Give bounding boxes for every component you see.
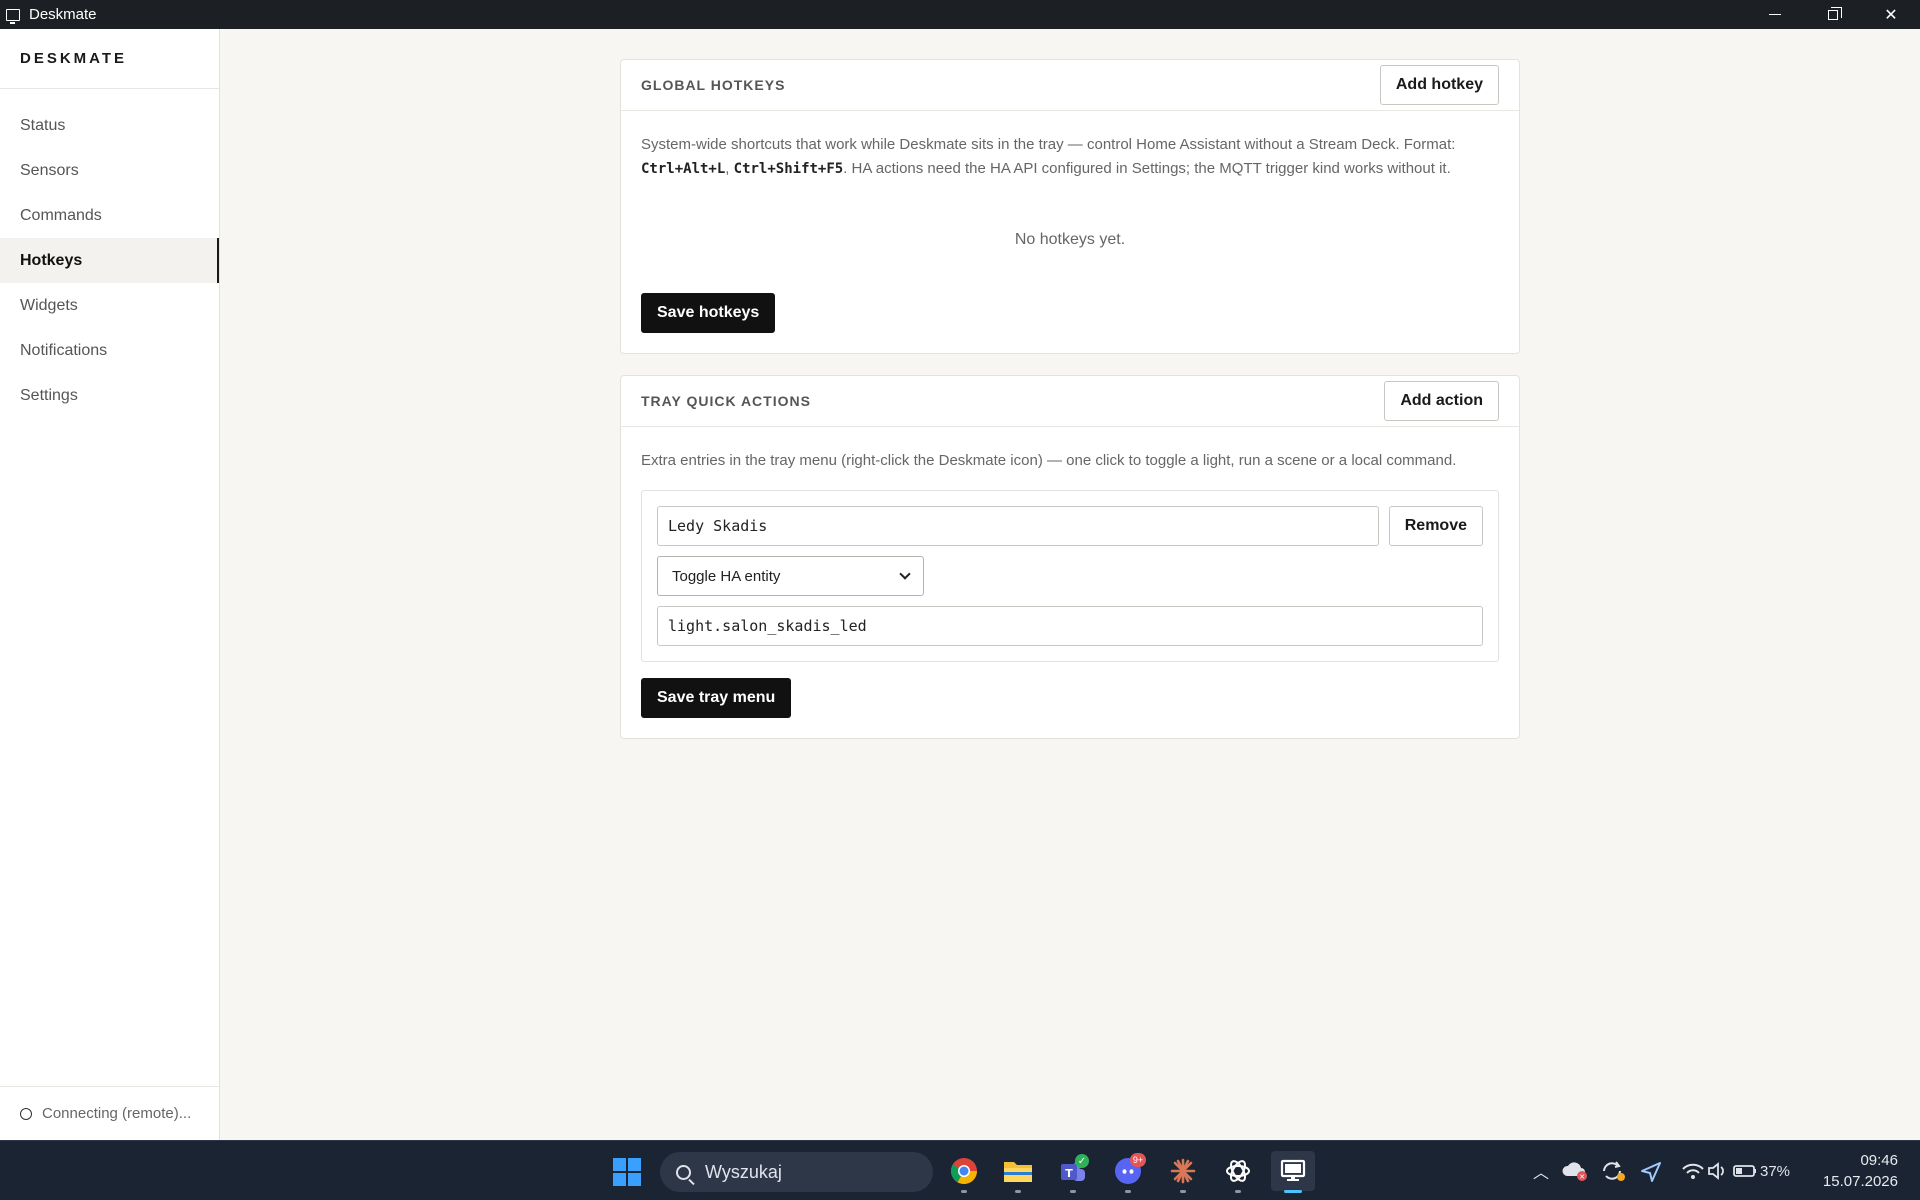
sunburst-icon: [1170, 1158, 1196, 1184]
sidebar-item-hotkeys[interactable]: Hotkeys: [0, 238, 219, 283]
close-button[interactable]: ✕: [1862, 0, 1920, 29]
chatgpt-app[interactable]: [1216, 1151, 1260, 1193]
sidebar-item-notifications[interactable]: Notifications: [0, 328, 219, 373]
sidebar: DESKMATE Status Sensors Commands Hotkeys…: [0, 29, 220, 1140]
battery-percentage: 37%: [1760, 1162, 1791, 1180]
clock-time: 09:46: [1860, 1152, 1898, 1169]
windows-logo-icon: [628, 1158, 641, 1171]
monitor-icon: [6, 8, 20, 24]
tray-action-item: Remove Toggle HA entity: [641, 490, 1499, 662]
card-title: TRAY QUICK ACTIONS: [641, 393, 811, 409]
svg-text:✕: ✕: [1579, 1173, 1585, 1181]
quick-settings[interactable]: 37%: [1680, 1141, 1790, 1200]
app-indicator: [961, 1190, 967, 1193]
sidebar-item-status[interactable]: Status: [0, 103, 219, 148]
app-indicator: [1235, 1190, 1241, 1193]
openai-icon: [1226, 1160, 1250, 1182]
folder-icon: [1004, 1162, 1032, 1182]
app-indicator: [1180, 1190, 1186, 1193]
status-circle-icon: [20, 1107, 32, 1120]
windows-logo-icon: [613, 1173, 626, 1186]
clock[interactable]: 09:46 15.07.2026: [1823, 1150, 1898, 1192]
taskbar: Wyszukaj T ✓ 9+ ︿ ✕ 37% 09:46 15.07.2026: [0, 1140, 1920, 1200]
system-tray: ︿ ✕: [1524, 1141, 1668, 1200]
restore-icon: [1828, 6, 1842, 20]
search-placeholder: Wyszukaj: [705, 1161, 782, 1182]
minimize-icon: [1769, 14, 1781, 15]
monitor-icon: [1280, 1159, 1306, 1181]
connection-status: Connecting (remote)...: [0, 1086, 219, 1140]
desc-text: . HA actions need the HA API configured …: [843, 160, 1451, 177]
remove-action-button[interactable]: Remove: [1388, 506, 1483, 546]
sidebar-nav: Status Sensors Commands Hotkeys Widgets …: [0, 89, 219, 418]
sidebar-item-commands[interactable]: Commands: [0, 193, 219, 238]
taskbar-search[interactable]: Wyszukaj: [660, 1152, 933, 1192]
volume-icon: [1708, 1162, 1724, 1180]
sync-icon[interactable]: [1592, 1159, 1632, 1183]
hotkey-example: Ctrl+Shift+F5: [733, 161, 844, 177]
restore-button[interactable]: [1804, 0, 1862, 29]
action-kind-select[interactable]: Toggle HA entity: [657, 556, 924, 596]
deskmate-app[interactable]: [1271, 1151, 1315, 1193]
app-indicator: [1070, 1190, 1076, 1193]
empty-state: No hotkeys yet.: [1014, 231, 1126, 248]
sidebar-item-settings[interactable]: Settings: [0, 373, 219, 418]
file-explorer-app[interactable]: [996, 1151, 1040, 1193]
send-icon[interactable]: [1632, 1159, 1668, 1183]
card-header: TRAY QUICK ACTIONS Add action: [621, 376, 1519, 427]
save-tray-menu-button[interactable]: Save tray menu: [641, 678, 792, 718]
action-target-input[interactable]: [657, 606, 1483, 646]
window-controls: ✕: [1746, 0, 1920, 29]
sidebar-item-sensors[interactable]: Sensors: [0, 148, 219, 193]
main-content: GLOBAL HOTKEYS Add hotkey System-wide sh…: [221, 29, 1920, 1140]
tray-quick-actions-card: TRAY QUICK ACTIONS Add action Extra entr…: [620, 375, 1520, 739]
chrome-app[interactable]: [942, 1151, 986, 1193]
desc-separator: ,: [725, 160, 730, 177]
add-hotkey-button[interactable]: Add hotkey: [1379, 65, 1499, 105]
card-header: GLOBAL HOTKEYS Add hotkey: [621, 60, 1519, 111]
search-icon: [676, 1164, 691, 1180]
sidebar-item-widgets[interactable]: Widgets: [0, 283, 219, 328]
card-body: System-wide shortcuts that work while De…: [621, 111, 1519, 353]
windows-logo-icon: [628, 1173, 641, 1186]
global-hotkeys-card: GLOBAL HOTKEYS Add hotkey System-wide sh…: [620, 59, 1520, 354]
battery-icon: [1733, 1165, 1756, 1177]
cloud-error-icon[interactable]: ✕: [1558, 1160, 1592, 1182]
app-indicator: [1015, 1190, 1021, 1193]
chevron-up-icon[interactable]: ︿: [1524, 1159, 1558, 1183]
add-action-button[interactable]: Add action: [1384, 381, 1499, 421]
app-indicator: [1125, 1190, 1131, 1193]
claude-app[interactable]: [1161, 1151, 1205, 1193]
save-hotkeys-button[interactable]: Save hotkeys: [641, 293, 776, 333]
checkmark-icon: ✓: [1075, 1154, 1089, 1168]
tray-description: Extra entries in the tray menu (right-cl…: [641, 452, 1457, 469]
hotkeys-description: System-wide shortcuts that work while De…: [641, 133, 1499, 181]
card-body: Extra entries in the tray menu (right-cl…: [621, 427, 1519, 738]
connection-status-text: Connecting (remote)...: [42, 1105, 192, 1122]
action-kind-value: Toggle HA entity: [672, 567, 781, 585]
discord-app[interactable]: 9+: [1106, 1151, 1150, 1193]
wifi-icon: [1682, 1163, 1704, 1179]
clock-date: 15.07.2026: [1822, 1173, 1898, 1190]
title-bar: Deskmate ✕: [0, 0, 1920, 29]
teams-app[interactable]: T ✓: [1051, 1151, 1095, 1193]
card-title: GLOBAL HOTKEYS: [641, 77, 786, 93]
notification-badge: 9+: [1130, 1153, 1146, 1167]
action-name-row: Remove: [657, 506, 1483, 546]
minimize-button[interactable]: [1746, 0, 1804, 29]
svg-text:T: T: [1065, 1167, 1073, 1180]
close-icon: ✕: [1884, 6, 1898, 24]
start-button[interactable]: [613, 1158, 641, 1186]
chrome-icon: [950, 1158, 978, 1185]
windows-logo-icon: [613, 1158, 626, 1171]
action-name-input[interactable]: [657, 506, 1379, 546]
brand-logo: DESKMATE: [0, 29, 219, 89]
app-indicator: [1284, 1190, 1302, 1193]
window-title: Deskmate: [29, 6, 97, 23]
chevron-down-icon: [899, 568, 911, 580]
hotkey-example: Ctrl+Alt+L: [641, 161, 726, 177]
desc-text: System-wide shortcuts that work while De…: [641, 136, 1456, 153]
